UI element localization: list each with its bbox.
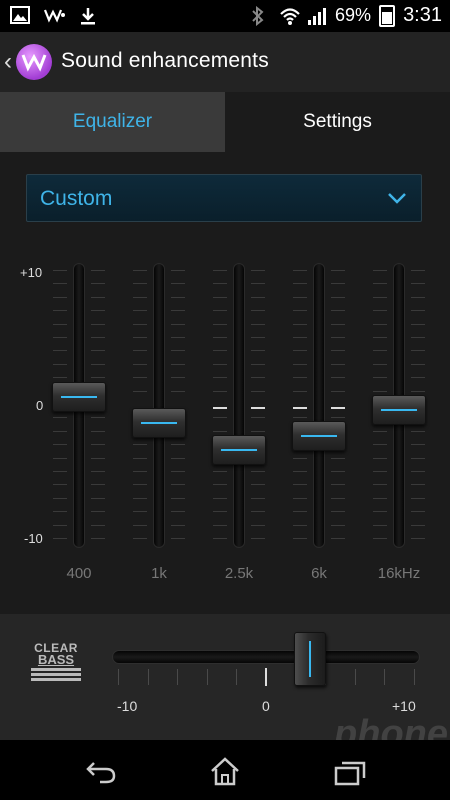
- eq-band-2.5k: [209, 260, 269, 550]
- eq-slider-track[interactable]: [153, 263, 165, 548]
- tab-settings[interactable]: Settings: [225, 92, 450, 152]
- clear-bass-slider-thumb[interactable]: [294, 632, 327, 686]
- eq-slider-track[interactable]: [313, 263, 325, 548]
- eq-freq-label: 1k: [151, 565, 167, 582]
- eq-zero-mark: [331, 407, 345, 409]
- eq-zero-mark: [213, 407, 227, 409]
- eq-slider-thumb[interactable]: [132, 408, 186, 439]
- eq-freq-label: 2.5k: [224, 565, 254, 582]
- eq-slider-thumb[interactable]: [292, 421, 346, 452]
- clear-bass-max-label: +10: [392, 698, 416, 714]
- clear-bass-zero-mark: [265, 668, 267, 686]
- clear-bass-logo: CLEAR BASS: [31, 642, 81, 681]
- chevron-down-icon: [387, 191, 407, 210]
- recent-apps-icon[interactable]: [330, 754, 370, 788]
- preset-selected-value: Custom: [40, 187, 113, 210]
- battery-icon: [379, 4, 396, 27]
- clear-bass-zero-label: 0: [262, 698, 270, 714]
- status-bar: 69% 3:31: [0, 0, 450, 32]
- clock: 3:31: [403, 4, 442, 26]
- wifi-icon: [279, 6, 300, 26]
- tab-bar: Equalizer Settings: [0, 92, 450, 152]
- home-icon[interactable]: [205, 754, 245, 788]
- eq-band-400: [49, 260, 109, 550]
- battery-percent: 69%: [335, 5, 372, 25]
- gallery-icon: [10, 6, 30, 26]
- bluetooth-icon: [251, 5, 271, 26]
- action-bar: ‹ Sound enhancements: [0, 32, 450, 93]
- eq-band-6k: [289, 260, 349, 550]
- up-chevron-icon[interactable]: ‹: [4, 48, 12, 76]
- download-icon: [78, 6, 98, 26]
- eq-slider-thumb[interactable]: [212, 434, 266, 465]
- eq-slider-thumb[interactable]: [372, 395, 426, 425]
- eq-zero-mark: [293, 407, 307, 409]
- eq-freq-label: 16kHz: [377, 565, 421, 582]
- signal-icon: [307, 6, 327, 26]
- eq-zero-mark: [251, 407, 265, 409]
- back-icon[interactable]: [80, 754, 120, 788]
- scale-min-label: -10: [24, 531, 43, 546]
- walkman-icon: [43, 6, 65, 26]
- eq-slider-thumb[interactable]: [52, 381, 106, 412]
- walkman-app-icon[interactable]: [16, 44, 52, 80]
- eq-band-1k: [129, 260, 189, 550]
- clear-bass-track[interactable]: [112, 650, 420, 664]
- clear-bass-min-label: -10: [117, 698, 138, 714]
- tab-equalizer[interactable]: Equalizer: [0, 92, 225, 152]
- navigation-bar: [0, 740, 450, 800]
- scale-zero-label: 0: [36, 398, 44, 413]
- eq-freq-label: 6k: [311, 565, 327, 582]
- page-title: Sound enhancements: [61, 49, 269, 72]
- preset-dropdown[interactable]: Custom: [26, 174, 422, 222]
- equalizer: +10 0 -10 400 1k 2.5k 6k 16kHz: [0, 255, 450, 585]
- scale-max-label: +10: [20, 265, 43, 280]
- eq-freq-label: 400: [66, 565, 92, 582]
- eq-band-16kHz: [369, 260, 429, 550]
- eq-slider-track[interactable]: [233, 263, 245, 548]
